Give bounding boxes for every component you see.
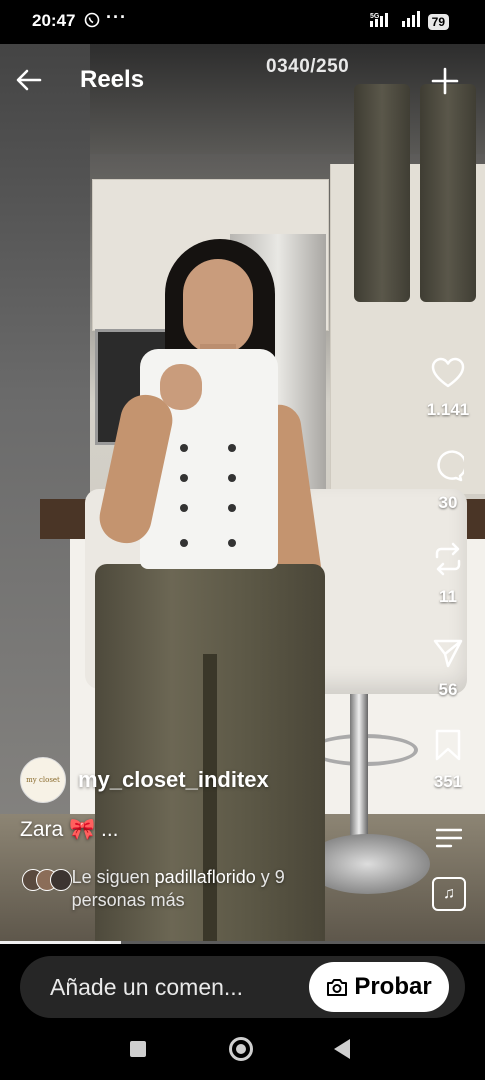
video-counter: 0340/250 bbox=[266, 56, 350, 77]
status-indicators: 5G 79 bbox=[369, 11, 449, 32]
status-time: 20:47 bbox=[32, 11, 76, 30]
camera-icon bbox=[327, 979, 348, 996]
home-icon[interactable] bbox=[229, 1037, 253, 1061]
bottom-area: Añade un comen... Probar bbox=[0, 944, 485, 1080]
music-icon[interactable]: ♫ bbox=[432, 877, 466, 911]
avatar-logo-text: my closet bbox=[26, 776, 60, 784]
repost-count: 11 bbox=[439, 587, 457, 606]
plus-icon[interactable] bbox=[431, 67, 459, 100]
recents-icon[interactable] bbox=[130, 1041, 146, 1057]
like-button[interactable]: 1.141 bbox=[420, 357, 476, 420]
try-button-label: Probar bbox=[354, 973, 432, 1000]
back-arrow-icon[interactable] bbox=[14, 65, 44, 100]
back-icon[interactable] bbox=[334, 1039, 350, 1059]
avatar[interactable]: my closet bbox=[20, 757, 66, 803]
follower-avatars bbox=[22, 869, 72, 891]
bookmark-icon bbox=[435, 729, 461, 761]
share-count: 56 bbox=[438, 680, 458, 699]
try-button[interactable]: Probar bbox=[309, 962, 449, 1012]
comment-icon bbox=[437, 450, 467, 482]
like-count: 1.141 bbox=[426, 400, 470, 419]
followed-by[interactable]: Le siguen padillaflorido y 9 personas má… bbox=[22, 866, 362, 912]
product-thumbnail bbox=[350, 84, 480, 316]
followers-prefix: Le siguen bbox=[71, 867, 155, 887]
person-hand bbox=[160, 364, 202, 410]
account-row[interactable]: my closet my_closet_inditex bbox=[20, 757, 269, 803]
save-count: 351 bbox=[433, 772, 463, 791]
signal-icon: 5G bbox=[369, 11, 396, 32]
person-face bbox=[183, 259, 253, 354]
repost-icon bbox=[435, 542, 461, 576]
status-bar: 20:47 ··· 5G 79 bbox=[0, 0, 485, 44]
reel-video[interactable] bbox=[0, 44, 485, 942]
menu-icon[interactable] bbox=[435, 828, 463, 853]
save-button[interactable]: 351 bbox=[420, 729, 476, 792]
username[interactable]: my_closet_inditex bbox=[78, 767, 269, 793]
send-icon bbox=[433, 639, 463, 668]
followed-by-text: Le siguen padillaflorido y 9 personas má… bbox=[72, 866, 362, 912]
signal-icon-2 bbox=[401, 11, 422, 32]
follower-name[interactable]: padillaflorido bbox=[155, 867, 256, 887]
battery-icon: 79 bbox=[427, 13, 449, 30]
comment-placeholder: Añade un comen... bbox=[50, 974, 244, 1000]
whatsapp-icon bbox=[84, 12, 100, 33]
comment-count: 30 bbox=[438, 493, 458, 512]
repost-button[interactable]: 11 bbox=[420, 542, 476, 607]
caption[interactable]: Zara 🎀 ... bbox=[20, 818, 119, 842]
network-label: 5G bbox=[370, 13, 380, 20]
page-title: Reels bbox=[80, 66, 145, 93]
share-button[interactable]: 56 bbox=[420, 637, 476, 700]
comment-input[interactable]: Añade un comen... Probar bbox=[20, 956, 465, 1018]
heart-icon bbox=[431, 357, 465, 388]
system-nav bbox=[0, 1029, 485, 1069]
status-more: ··· bbox=[106, 7, 127, 27]
comment-button[interactable]: 30 bbox=[420, 450, 476, 513]
